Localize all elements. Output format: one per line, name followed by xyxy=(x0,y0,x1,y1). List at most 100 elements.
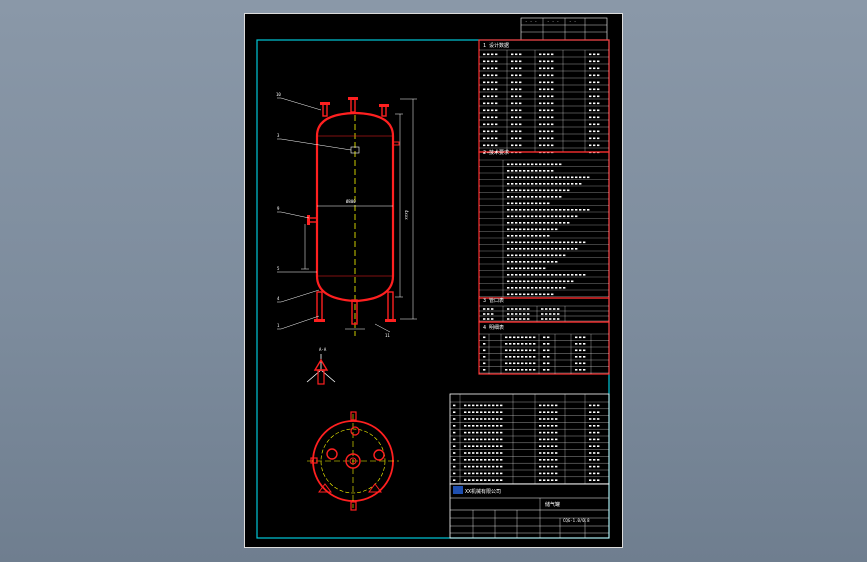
table-text-glyph xyxy=(589,137,592,140)
table-text-glyph xyxy=(547,176,550,179)
table-text-glyph xyxy=(589,425,592,427)
vessel-elevation: 4xxx Ø800 10 3 9 5 4 1 11 xyxy=(276,92,417,338)
table-text-glyph xyxy=(547,163,550,166)
table-text-glyph xyxy=(597,60,600,63)
table-text-glyph xyxy=(543,404,546,407)
table-text-glyph xyxy=(468,445,471,447)
table-text-glyph xyxy=(515,144,518,147)
table-text-glyph xyxy=(541,313,544,315)
table-text-glyph xyxy=(487,74,490,77)
table-text-glyph xyxy=(589,102,592,105)
table-text-glyph xyxy=(472,418,475,420)
table-text-glyph xyxy=(484,438,487,441)
table-text-glyph xyxy=(545,318,548,320)
table-text-glyph xyxy=(523,248,526,250)
table-text-glyph xyxy=(535,293,538,296)
table-text-glyph xyxy=(563,287,566,289)
table-text-glyph xyxy=(543,362,546,365)
table-text-glyph xyxy=(543,88,546,91)
table-text-glyph xyxy=(597,465,600,468)
table-text-glyph xyxy=(555,287,558,289)
table-text-glyph xyxy=(488,404,491,407)
detail-view-label: A-A xyxy=(319,347,327,352)
table-text-glyph xyxy=(507,293,510,296)
table-text-glyph xyxy=(589,465,592,468)
table-text-glyph xyxy=(468,431,471,434)
table-text-glyph xyxy=(515,235,518,237)
cad-viewport[interactable]: - - - - - - - - 4xxx Ø800 10 3 9 5 4 1 1… xyxy=(0,0,867,562)
table-text-glyph xyxy=(527,241,530,244)
table-text-glyph xyxy=(488,479,491,481)
table-text-glyph xyxy=(495,144,498,147)
table-text-glyph xyxy=(597,425,600,427)
table-text-glyph xyxy=(453,465,456,468)
table-text-glyph xyxy=(547,479,550,481)
table-text-glyph xyxy=(519,209,522,211)
table-text-glyph xyxy=(492,472,495,475)
section-header-design-data: 1 设计数据 xyxy=(483,42,509,49)
table-text-glyph xyxy=(488,465,491,468)
table-text-glyph xyxy=(547,418,550,420)
table-text-glyph xyxy=(515,67,518,70)
table-text-glyph xyxy=(551,81,554,84)
table-text-glyph xyxy=(487,116,490,119)
table-text-glyph xyxy=(571,248,574,250)
table-text-glyph xyxy=(543,287,546,289)
table-text-glyph xyxy=(472,459,475,461)
table-text-glyph xyxy=(593,472,596,475)
table-text-glyph xyxy=(517,369,520,371)
table-text-glyph xyxy=(539,465,542,468)
table-text-glyph xyxy=(543,254,546,257)
table-text-glyph xyxy=(464,479,467,481)
table-text-glyph xyxy=(511,81,514,84)
table-text-glyph xyxy=(500,404,503,407)
table-text-glyph xyxy=(525,336,528,339)
table-text-glyph xyxy=(515,123,518,126)
table-text-glyph xyxy=(583,349,586,352)
table-text-glyph xyxy=(597,116,600,119)
table-text-glyph xyxy=(557,318,560,320)
table-text-glyph xyxy=(453,438,456,441)
table-text-glyph xyxy=(547,222,550,224)
table-text-glyph xyxy=(551,176,554,179)
table-text-glyph xyxy=(567,241,570,244)
table-text-glyph xyxy=(519,74,522,77)
table-text-glyph xyxy=(488,431,491,434)
table-text-glyph xyxy=(567,222,570,224)
table-text-glyph xyxy=(523,308,526,310)
table-text-glyph xyxy=(547,196,550,198)
table-text-glyph xyxy=(541,318,544,320)
table-text-glyph xyxy=(539,215,542,218)
table-text-glyph xyxy=(484,479,487,481)
table-text-glyph xyxy=(593,102,596,105)
table-text-glyph xyxy=(511,88,514,91)
table-text-glyph xyxy=(523,209,526,211)
table-text-glyph xyxy=(543,431,546,434)
table-text-glyph xyxy=(589,123,592,126)
table-text-glyph xyxy=(559,215,562,218)
table-text-glyph xyxy=(551,196,554,198)
table-text-glyph xyxy=(563,248,566,250)
table-text-glyph xyxy=(549,318,552,320)
table-text-glyph xyxy=(579,241,582,244)
table-text-glyph xyxy=(480,404,483,407)
table-text-glyph xyxy=(519,293,522,296)
table-text-glyph xyxy=(555,404,558,407)
table-text-glyph xyxy=(527,318,530,320)
table-text-glyph xyxy=(491,123,494,126)
table-text-glyph xyxy=(547,144,550,147)
table-text-glyph xyxy=(464,452,467,454)
table-text-glyph xyxy=(555,254,558,257)
table-text-glyph xyxy=(535,261,538,263)
top-right-box: - - - - - - - - xyxy=(520,17,608,41)
table-text-glyph xyxy=(519,144,522,147)
table-text-glyph xyxy=(483,349,486,352)
table-text-glyph xyxy=(597,95,600,98)
table-text-glyph xyxy=(519,67,522,70)
table-text-glyph xyxy=(547,293,550,296)
table-text-glyph xyxy=(543,144,546,147)
table-text-glyph xyxy=(547,215,550,218)
table-text-glyph xyxy=(507,183,510,185)
table-text-glyph xyxy=(491,144,494,147)
table-text-glyph xyxy=(527,293,530,296)
